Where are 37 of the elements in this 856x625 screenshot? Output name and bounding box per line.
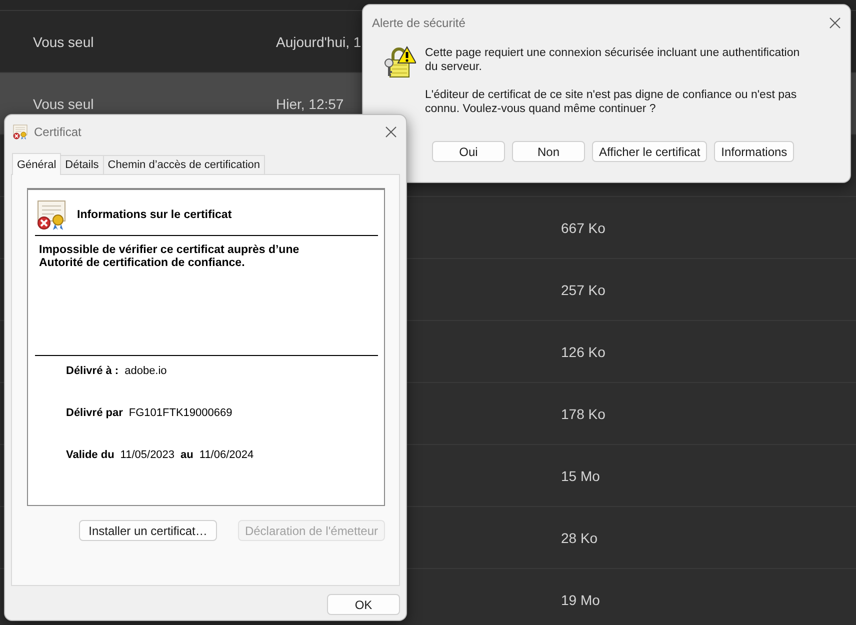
size-cell: 15 Mo [561,468,600,484]
lock-warning-icon [383,46,416,79]
size-cell: 257 Ko [561,282,606,298]
field-value: 11/06/2024 [199,449,254,461]
size-cell: 178 Ko [561,406,606,422]
size-cell: 19 Mo [561,592,600,608]
dialog-button[interactable]: Informations [714,141,794,162]
field-value: 11/05/2023 [120,449,175,461]
window-title: Certificat [34,125,82,139]
dialog-button[interactable]: Non [512,141,585,162]
field-label: Délivré à : [66,365,119,377]
field-value: FG101FTK19000669 [128,407,232,419]
size-cell: 126 Ko [561,344,606,360]
alert-message: L'éditeur de certificat de ce site n'est pas digne de confiance ou n'est pas connu. Voulez-vous quand même continuer ? [425,88,798,116]
field-label: Délivré par [66,407,123,419]
tab[interactable]: Chemin d’accès de certification [102,155,266,174]
ok-button[interactable]: OK [327,594,400,615]
owner-cell: Vous seul [33,96,94,112]
field-label: au [180,449,194,461]
certificate-error-icon [35,199,67,231]
dialog-button[interactable]: Oui [432,141,505,162]
field-value: adobe.io [124,365,167,377]
size-cell: 667 Ko [561,220,606,236]
alert-message: Cette page requiert une connexion sécurisée incluant une authentification du serveur. [425,46,801,74]
certificate-heading: Informations sur le certificat [77,209,232,221]
size-cell: 28 Ko [561,530,598,546]
field-label: Valide du [66,449,114,461]
close-icon[interactable] [829,17,841,29]
owner-cell: Vous seul [33,34,94,50]
window-title: Alerte de sécurité [372,16,466,30]
date-cell: Aujourd'hui, 1 [276,34,362,50]
certificate-icon [12,124,28,140]
close-icon[interactable] [385,126,397,138]
dialog-button[interactable]: Installer un certificat… [78,520,217,541]
dialog-button[interactable]: Afficher le certificat [592,141,708,162]
date-cell: Hier, 12:57 [276,96,344,112]
tab[interactable]: Général [12,153,62,175]
